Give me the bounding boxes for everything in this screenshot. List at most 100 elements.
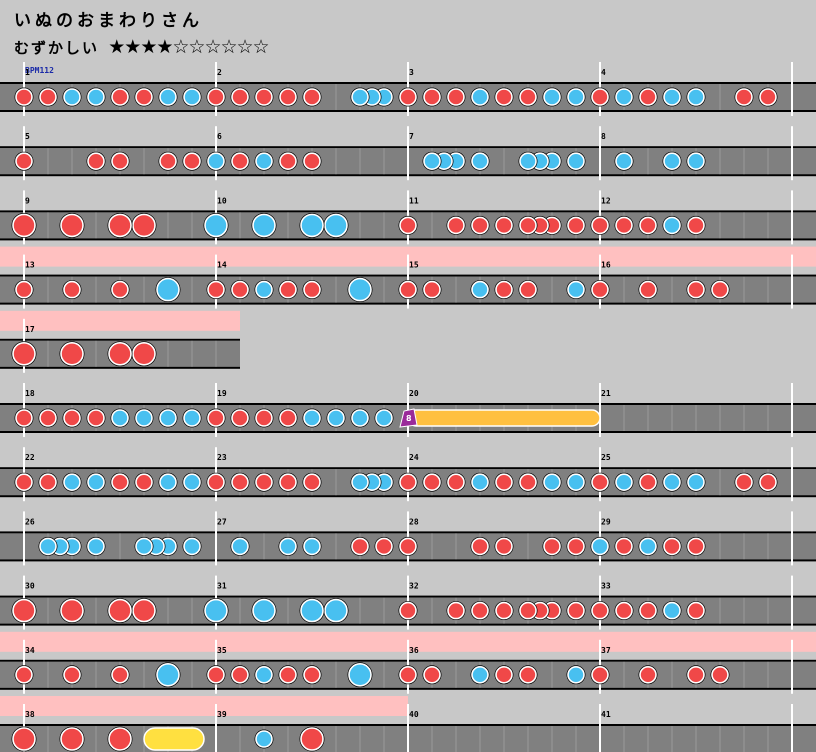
note-face [663, 601, 681, 620]
note-face [471, 152, 489, 170]
note-face [711, 665, 729, 684]
note-face [279, 88, 297, 106]
note-face [279, 280, 297, 299]
measure-number: 36 [409, 646, 419, 655]
gogo-band [0, 696, 408, 716]
note-face [495, 280, 513, 299]
note-face [567, 280, 585, 299]
note-face [543, 537, 561, 556]
note-face [300, 598, 324, 623]
note-face [495, 601, 513, 620]
note-face [183, 88, 201, 106]
note-face [687, 216, 705, 235]
note-face [375, 409, 393, 427]
note-face [15, 473, 33, 492]
note-face [495, 473, 513, 492]
note-face [183, 409, 201, 427]
note-face [132, 598, 156, 623]
note-face [60, 341, 84, 366]
measure-number: 33 [601, 582, 611, 591]
note-face [303, 665, 321, 684]
note-face [687, 88, 705, 106]
measure-number: 29 [601, 517, 611, 526]
measure-number: 27 [217, 517, 227, 526]
measure-number: 4 [601, 68, 606, 77]
note-face [135, 88, 153, 106]
note-face [423, 280, 441, 299]
score-row: 13 14 15 16 [0, 246, 816, 309]
note-face [132, 341, 156, 366]
lane-border-bottom [0, 366, 240, 369]
note-face [207, 280, 225, 299]
measure-number: 35 [217, 646, 227, 655]
note-face [519, 473, 537, 492]
note-face [156, 662, 180, 687]
note-face [591, 216, 609, 235]
note-face [495, 216, 513, 235]
note-face [231, 152, 249, 170]
balloon-count: 8 [406, 414, 412, 423]
note-face [519, 88, 537, 106]
measure-number: 41 [601, 710, 611, 719]
measure-number: 38 [25, 710, 35, 719]
note-face [567, 665, 585, 684]
note-face [423, 88, 441, 106]
note-face [300, 727, 324, 751]
note-face [60, 213, 84, 238]
note-face [159, 152, 177, 170]
note-face [759, 88, 777, 106]
note-face [591, 473, 609, 492]
measure-number: 34 [25, 646, 35, 655]
note-face [204, 598, 228, 623]
measure-number: 1 [25, 68, 30, 77]
note-face [399, 88, 417, 106]
note-face [132, 213, 156, 238]
note-face [591, 601, 609, 620]
score-row: 22 23 24 25 [0, 447, 816, 502]
measure-number: 15 [409, 261, 419, 270]
measure-number: 17 [25, 325, 35, 334]
note-face [63, 473, 81, 492]
note-face [735, 88, 753, 106]
note-face [207, 665, 225, 684]
note-face [591, 537, 609, 556]
note-face [567, 537, 585, 556]
note-face [252, 213, 276, 238]
note-face [543, 88, 561, 106]
note-face [348, 277, 372, 302]
note-face [639, 665, 657, 684]
measure-number: 12 [601, 196, 611, 205]
note-face [39, 537, 57, 556]
note-face [183, 473, 201, 492]
note-face [471, 665, 489, 684]
note-face [12, 598, 36, 623]
note-face [15, 280, 33, 299]
note-face [63, 665, 81, 684]
note-face [159, 88, 177, 106]
note-face [615, 537, 633, 556]
measure-number: 22 [25, 453, 35, 462]
note-face [255, 152, 273, 170]
measure-number: 37 [601, 646, 611, 655]
note-face [447, 473, 465, 492]
note-face [15, 665, 33, 684]
note-face [255, 88, 273, 106]
score-row: 38 39 40 41 [0, 696, 816, 752]
measure-number: 7 [409, 132, 414, 141]
note-face [351, 409, 369, 427]
measure-number: 25 [601, 453, 611, 462]
note-face [591, 280, 609, 299]
note-face [399, 280, 417, 299]
taiko-score: 1 2 3 45 6 7 89 10 11 1213 14 15 161718 19 20 21822 23 24… [0, 62, 816, 752]
note-face [423, 152, 441, 170]
note-face [183, 152, 201, 170]
note-face [447, 601, 465, 620]
score-row: 30 31 32 33 [0, 575, 816, 630]
lane-border-top [0, 338, 240, 341]
note-face [231, 88, 249, 106]
note-face [399, 216, 417, 235]
note-face [471, 537, 489, 556]
score-row: 26 27 28 29 [0, 511, 816, 566]
note-face [567, 601, 585, 620]
note-face [159, 473, 177, 492]
